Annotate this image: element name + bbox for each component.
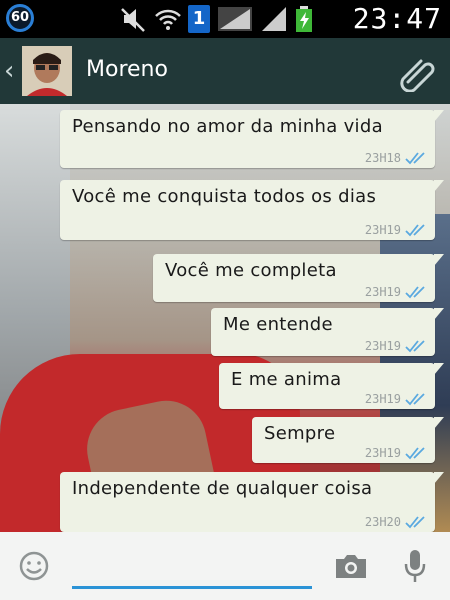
message-meta: 23H19: [365, 392, 427, 406]
message-time: 23H19: [364, 446, 401, 460]
message-time: 23H19: [364, 285, 401, 299]
read-ticks-icon: [405, 516, 425, 529]
message-bubble[interactable]: Você me conquista todos os dias 23H19: [60, 180, 444, 240]
message-meta: 23H19: [365, 339, 427, 353]
status-bar: 60 1 23:47: [0, 0, 450, 38]
message-meta: 23H18: [365, 151, 427, 165]
sim-indicator: 1: [188, 5, 210, 33]
contact-name[interactable]: Moreno: [86, 57, 168, 82]
message-text: Pensando no amor da minha vida: [72, 116, 383, 137]
message-text: Você me conquista todos os dias: [72, 186, 377, 207]
message-text: Sempre: [264, 423, 336, 444]
avatar[interactable]: [22, 46, 72, 96]
back-button[interactable]: ‹: [4, 56, 14, 86]
message-meta: 23H19: [365, 223, 427, 237]
read-ticks-icon: [405, 152, 425, 165]
clock: 23:47: [352, 2, 442, 35]
compose-bar: [0, 532, 450, 600]
message-meta: 23H19: [365, 285, 427, 299]
camera-icon[interactable]: [334, 552, 368, 580]
message-text: Você me completa: [165, 260, 337, 281]
message-bubble[interactable]: Me entende 23H19: [211, 308, 444, 356]
mic-icon[interactable]: [402, 548, 428, 584]
message-text: Me entende: [223, 314, 333, 335]
chat-header: ‹ Moreno: [0, 38, 450, 104]
message-time: 23H18: [364, 151, 401, 165]
message-bubble[interactable]: Independente de qualquer coisa 23H20: [60, 472, 444, 532]
conversation[interactable]: Pensando no amor da minha vida 23H18 Voc…: [0, 104, 450, 532]
input-underline: [72, 586, 312, 589]
message-time: 23H19: [364, 223, 401, 237]
read-ticks-icon: [405, 286, 425, 299]
message-time: 23H20: [364, 515, 401, 529]
message-bubble[interactable]: Sempre 23H19: [252, 417, 444, 463]
signal-icon: [218, 7, 252, 31]
emoji-icon[interactable]: [18, 550, 50, 582]
battery-icon: [296, 6, 312, 32]
attach-icon[interactable]: [398, 52, 438, 92]
message-bubble[interactable]: Pensando no amor da minha vida 23H18: [60, 110, 444, 168]
read-ticks-icon: [405, 447, 425, 460]
message-input[interactable]: [72, 546, 316, 588]
status-icons: 1: [120, 3, 314, 35]
message-bubble[interactable]: Você me completa 23H19: [153, 254, 444, 302]
signal-icon: [262, 7, 286, 31]
wifi-icon: [155, 9, 181, 30]
message-bubble[interactable]: E me anima 23H19: [219, 363, 444, 409]
message-meta: 23H19: [365, 446, 427, 460]
message-text: Independente de qualquer coisa: [72, 478, 373, 499]
read-ticks-icon: [405, 340, 425, 353]
message-text: E me anima: [231, 369, 342, 390]
read-ticks-icon: [405, 393, 425, 406]
message-time: 23H19: [364, 339, 401, 353]
message-time: 23H19: [364, 392, 401, 406]
mute-icon: [121, 8, 145, 32]
read-ticks-icon: [405, 224, 425, 237]
message-meta: 23H20: [365, 515, 427, 529]
notification-badge: 60: [6, 4, 34, 32]
